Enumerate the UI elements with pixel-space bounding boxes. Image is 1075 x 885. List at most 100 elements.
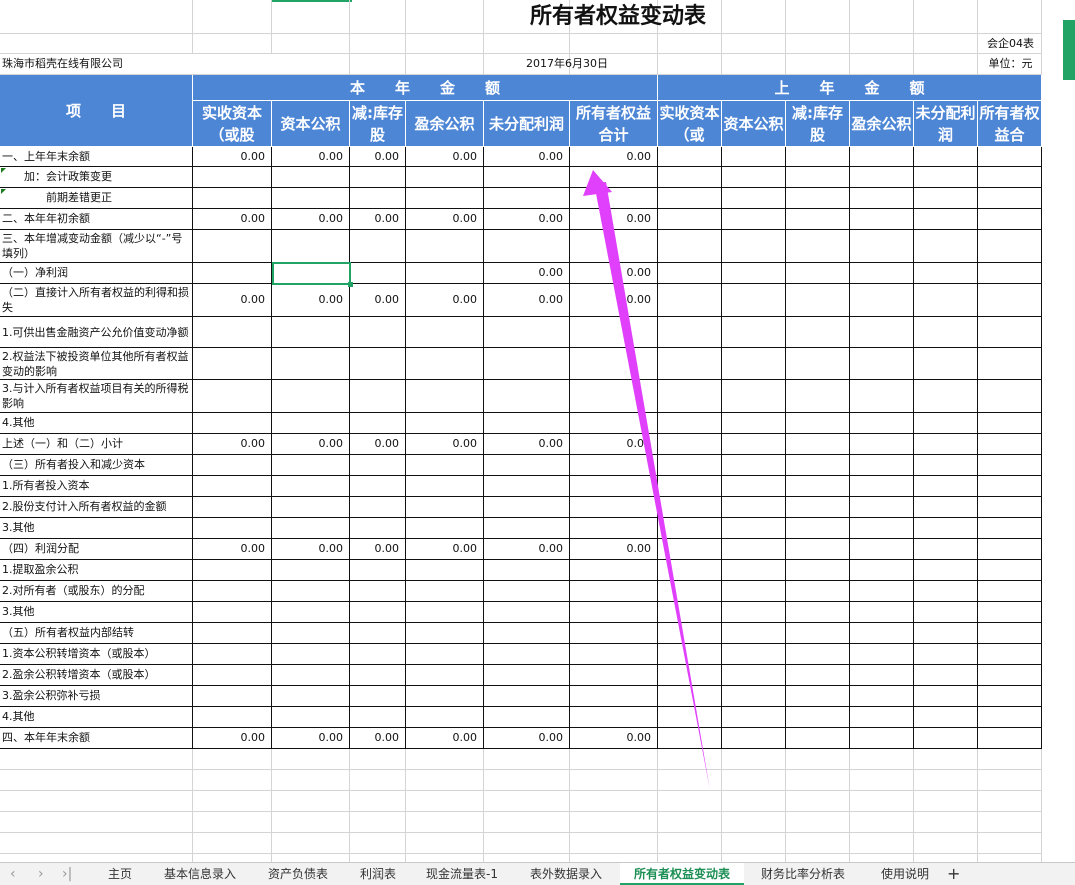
- value-cell[interactable]: [914, 581, 978, 602]
- value-cell[interactable]: [914, 434, 978, 455]
- value-cell[interactable]: [484, 665, 570, 686]
- grid-cell[interactable]: [850, 749, 914, 770]
- sheet-tab[interactable]: 利润表: [344, 863, 412, 885]
- value-cell[interactable]: [406, 581, 484, 602]
- value-cell[interactable]: [978, 476, 1042, 497]
- grid-cell[interactable]: [272, 791, 350, 812]
- value-cell[interactable]: [272, 707, 350, 728]
- grid-cell[interactable]: [406, 854, 484, 862]
- value-cell[interactable]: [914, 188, 978, 209]
- grid-cell[interactable]: [484, 833, 570, 854]
- grid-cell[interactable]: [914, 749, 978, 770]
- value-cell[interactable]: [786, 434, 850, 455]
- value-cell[interactable]: [850, 167, 914, 188]
- value-cell[interactable]: [406, 686, 484, 707]
- value-cell[interactable]: [484, 644, 570, 665]
- value-cell[interactable]: [850, 413, 914, 434]
- value-cell[interactable]: [722, 284, 786, 317]
- grid-cell[interactable]: [722, 854, 786, 862]
- value-cell[interactable]: [350, 380, 406, 413]
- value-cell[interactable]: [193, 476, 272, 497]
- grid-cell[interactable]: [484, 770, 570, 791]
- selected-cell[interactable]: [272, 262, 351, 285]
- value-cell[interactable]: [850, 497, 914, 518]
- value-cell[interactable]: [786, 518, 850, 539]
- grid-cell[interactable]: [786, 770, 850, 791]
- value-cell[interactable]: [978, 560, 1042, 581]
- sheet-tab[interactable]: 表外数据录入: [512, 863, 620, 885]
- value-cell[interactable]: [786, 476, 850, 497]
- value-cell[interactable]: [350, 518, 406, 539]
- value-cell[interactable]: [722, 539, 786, 560]
- value-cell[interactable]: [658, 602, 722, 623]
- value-cell[interactable]: 0.00: [484, 284, 570, 317]
- value-cell[interactable]: [484, 167, 570, 188]
- grid-cell[interactable]: [658, 812, 722, 833]
- value-cell[interactable]: [484, 602, 570, 623]
- value-cell[interactable]: [272, 602, 350, 623]
- grid-cell[interactable]: [850, 854, 914, 862]
- value-cell[interactable]: [272, 623, 350, 644]
- value-cell[interactable]: [484, 581, 570, 602]
- value-cell[interactable]: [272, 230, 350, 263]
- value-cell[interactable]: [570, 413, 658, 434]
- value-cell[interactable]: [658, 209, 722, 230]
- grid-cell[interactable]: [193, 749, 272, 770]
- value-cell[interactable]: [658, 665, 722, 686]
- value-cell[interactable]: [850, 728, 914, 749]
- value-cell[interactable]: [786, 317, 850, 348]
- value-cell[interactable]: [914, 209, 978, 230]
- value-cell[interactable]: [658, 518, 722, 539]
- grid-cell[interactable]: [272, 34, 350, 54]
- value-cell[interactable]: [850, 380, 914, 413]
- value-cell[interactable]: [722, 644, 786, 665]
- value-cell[interactable]: [914, 413, 978, 434]
- value-cell[interactable]: [850, 644, 914, 665]
- value-cell[interactable]: [978, 167, 1042, 188]
- value-cell[interactable]: 0.00: [193, 147, 272, 167]
- value-cell[interactable]: [786, 728, 850, 749]
- grid-cell[interactable]: [722, 791, 786, 812]
- value-cell[interactable]: [570, 497, 658, 518]
- value-cell[interactable]: [658, 728, 722, 749]
- value-cell[interactable]: [272, 317, 350, 348]
- value-cell[interactable]: [914, 623, 978, 644]
- grid-cell[interactable]: [350, 749, 406, 770]
- grid-cell[interactable]: [350, 833, 406, 854]
- grid-cell[interactable]: [0, 812, 193, 833]
- value-cell[interactable]: [406, 167, 484, 188]
- grid-cell[interactable]: [0, 770, 193, 791]
- value-cell[interactable]: [722, 317, 786, 348]
- value-cell[interactable]: [786, 147, 850, 167]
- fill-handle[interactable]: [348, 282, 353, 287]
- value-cell[interactable]: [658, 167, 722, 188]
- value-cell[interactable]: [350, 686, 406, 707]
- value-cell[interactable]: [658, 434, 722, 455]
- add-sheet-icon[interactable]: +: [947, 863, 960, 885]
- value-cell[interactable]: 0.00: [484, 209, 570, 230]
- grid-cell[interactable]: [484, 791, 570, 812]
- value-cell[interactable]: [406, 644, 484, 665]
- value-cell[interactable]: [484, 560, 570, 581]
- value-cell[interactable]: [658, 380, 722, 413]
- value-cell[interactable]: [914, 707, 978, 728]
- grid-cell[interactable]: [406, 770, 484, 791]
- value-cell[interactable]: [850, 602, 914, 623]
- grid-cell[interactable]: [786, 749, 850, 770]
- value-cell[interactable]: [914, 497, 978, 518]
- grid-cell[interactable]: [570, 770, 658, 791]
- value-cell[interactable]: [193, 167, 272, 188]
- value-cell[interactable]: 0.00: [484, 539, 570, 560]
- value-cell[interactable]: [406, 497, 484, 518]
- value-cell[interactable]: [658, 644, 722, 665]
- value-cell[interactable]: [570, 581, 658, 602]
- grid-cell[interactable]: [786, 812, 850, 833]
- value-cell[interactable]: [722, 686, 786, 707]
- value-cell[interactable]: [658, 348, 722, 380]
- value-cell[interactable]: 0.00: [570, 263, 658, 284]
- value-cell[interactable]: [786, 602, 850, 623]
- sheet-tab[interactable]: 所有者权益变动表: [620, 863, 744, 885]
- value-cell[interactable]: [658, 707, 722, 728]
- value-cell[interactable]: [484, 623, 570, 644]
- value-cell[interactable]: [193, 644, 272, 665]
